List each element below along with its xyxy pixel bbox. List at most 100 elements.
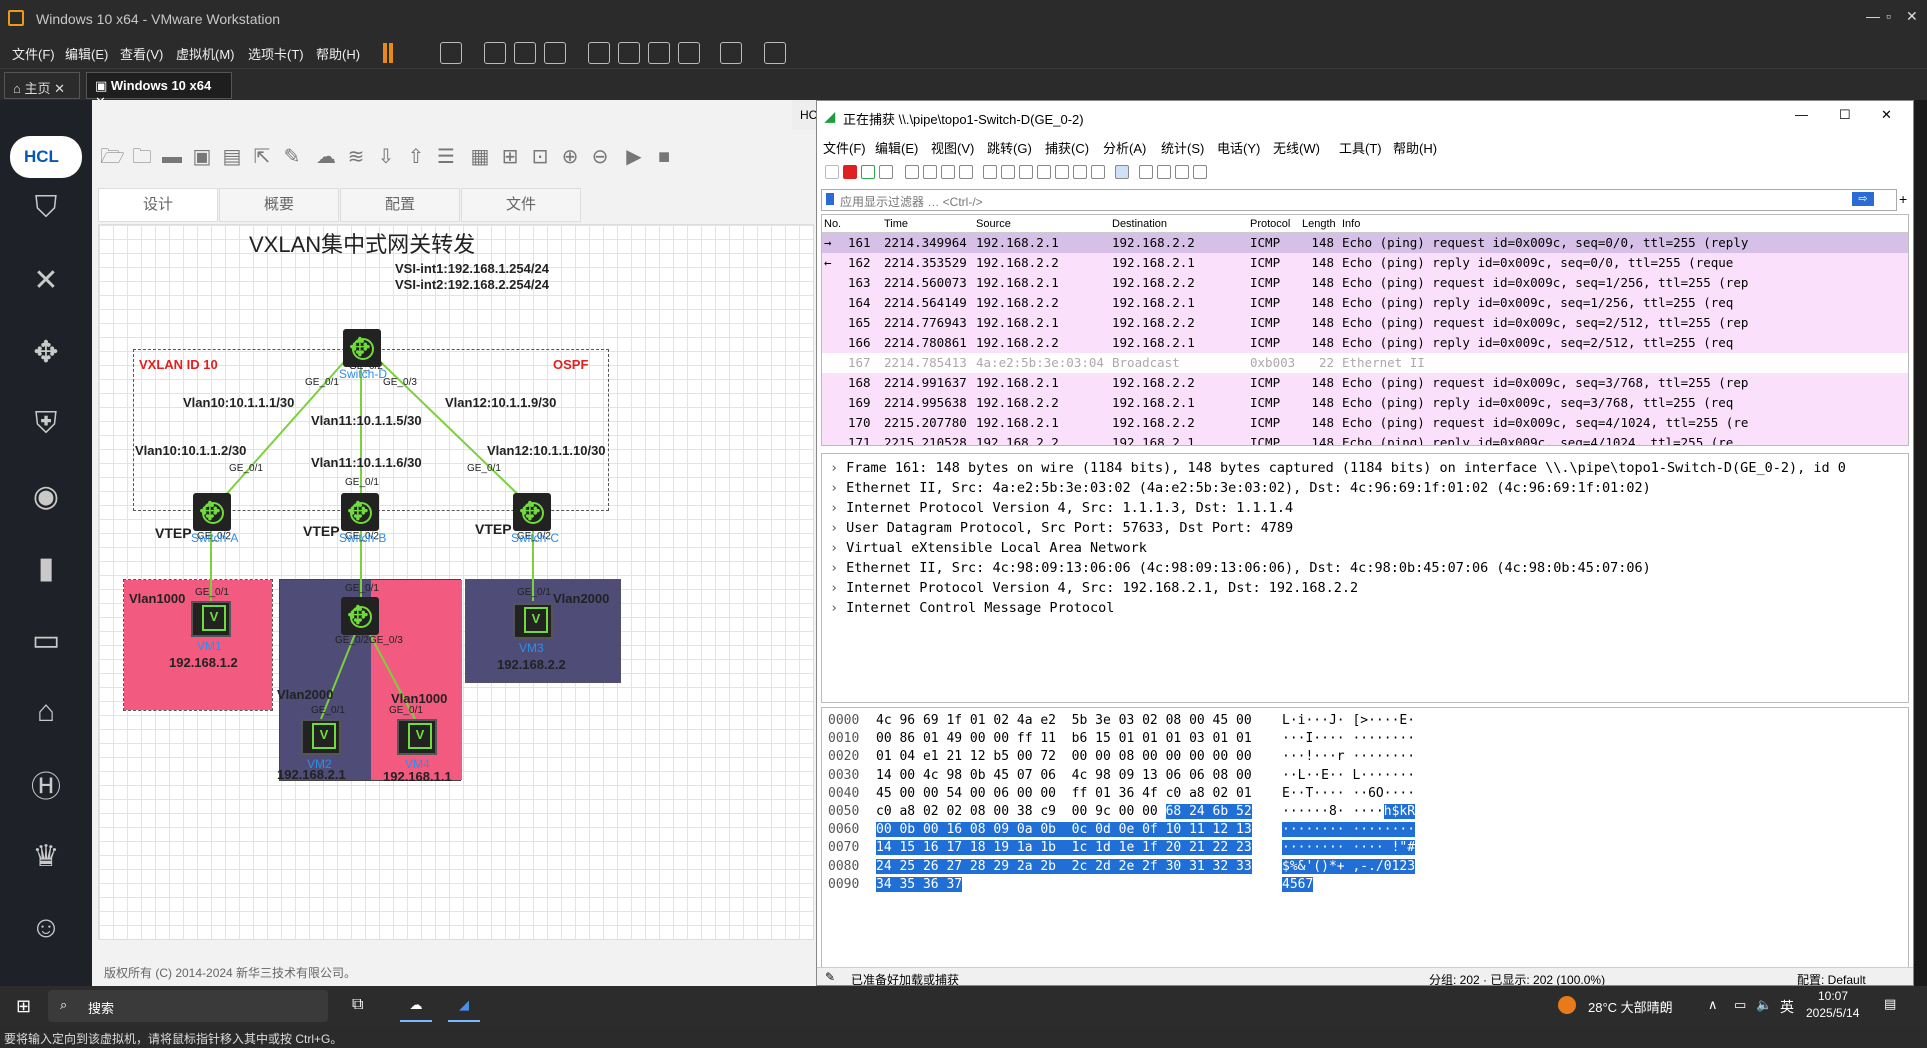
tab-config[interactable]: 配置 bbox=[340, 188, 460, 222]
chevron-right-icon[interactable]: › bbox=[830, 600, 838, 616]
notification-icon[interactable]: ▤ bbox=[1884, 996, 1896, 1012]
packet-list[interactable]: No. Time Source Destination Protocol Len… bbox=[821, 214, 1909, 446]
screenshot-icon[interactable]: ▦ bbox=[468, 146, 492, 168]
thumbnail-icon[interactable] bbox=[618, 42, 640, 64]
ws-menu-statistics[interactable]: 统计(S) bbox=[1161, 138, 1204, 157]
normal-size-icon[interactable] bbox=[1175, 165, 1189, 179]
full-screen-icon[interactable] bbox=[648, 42, 670, 64]
bookmark-icon[interactable] bbox=[826, 193, 834, 205]
ws-menu-tools[interactable]: 工具(T) bbox=[1339, 138, 1382, 157]
wireless-icon[interactable]: ◉ bbox=[26, 476, 66, 516]
byte-row[interactable]: 0040 45 00 00 54 00 06 00 00 ff 01 36 4f … bbox=[822, 785, 1908, 803]
col-no[interactable]: No. bbox=[824, 218, 841, 230]
packet-row[interactable]: 163 2214.560073 192.168.2.1 192.168.2.2 ICMP… bbox=[822, 273, 1908, 293]
switch-icon[interactable]: ✥ bbox=[26, 332, 66, 372]
forward-icon[interactable] bbox=[1019, 165, 1033, 179]
byte-row[interactable]: 0090 34 35 36 37 4567 bbox=[822, 876, 1908, 894]
new-folder-icon[interactable]: 🗁 bbox=[100, 146, 125, 168]
taskbar-search-box[interactable]: ⌕ 搜索 bbox=[48, 990, 328, 1022]
revert-snapshot-icon[interactable] bbox=[514, 42, 536, 64]
vm2-icon[interactable] bbox=[301, 719, 341, 755]
menu-file[interactable]: 文件(F) bbox=[12, 44, 55, 63]
firewall-icon[interactable]: ⛨ bbox=[26, 404, 66, 444]
volume-icon[interactable]: 🔈 bbox=[1756, 997, 1772, 1013]
menu-edit[interactable]: 编辑(E) bbox=[65, 44, 108, 63]
console-icon[interactable] bbox=[720, 42, 742, 64]
layers-icon[interactable]: ≋ bbox=[344, 146, 368, 168]
hcl-taskbar-icon[interactable]: ☁ bbox=[400, 990, 432, 1022]
apply-filter-icon[interactable]: ⇨ bbox=[1852, 192, 1874, 206]
tab-files[interactable]: 文件 bbox=[461, 188, 581, 222]
tab-design[interactable]: 设计 bbox=[98, 188, 218, 222]
switch-d-icon[interactable] bbox=[343, 329, 381, 367]
byte-row[interactable]: 0010 00 86 01 49 00 00 ff 11 b6 15 01 01 … bbox=[822, 730, 1908, 748]
maximize-button[interactable]: ▫ bbox=[1886, 8, 1891, 24]
packet-bytes[interactable]: 0000 4c 96 69 1f 01 02 4a e2 5b 3e 03 02 … bbox=[821, 707, 1909, 973]
home-icon[interactable]: ⌂ bbox=[26, 692, 66, 732]
packet-row[interactable]: 170 2215.207780 192.168.2.1 192.168.2.2 ICMP… bbox=[822, 413, 1908, 433]
detail-row[interactable]: › User Datagram Protocol, Src Port: 57633… bbox=[830, 518, 1293, 538]
ws-menu-analyze[interactable]: 分析(A) bbox=[1103, 138, 1146, 157]
packet-row[interactable]: 169 2214.995638 192.168.2.2 192.168.2.1 ICMP… bbox=[822, 393, 1908, 413]
grid-icon[interactable]: ⊞ bbox=[498, 146, 522, 168]
ws-maximize-button[interactable]: ☐ bbox=[1839, 107, 1851, 123]
edit-icon[interactable]: ✎ bbox=[280, 146, 304, 168]
back-icon[interactable] bbox=[1001, 165, 1015, 179]
detail-row[interactable]: › Internet Control Message Protocol bbox=[830, 598, 1114, 618]
goto-icon[interactable] bbox=[1037, 165, 1051, 179]
ws-menu-edit[interactable]: 编辑(E) bbox=[875, 138, 918, 157]
pause-icon[interactable] bbox=[383, 43, 393, 63]
byte-row[interactable]: 0030 14 00 4c 98 0b 45 07 06 4c 98 09 13 … bbox=[822, 767, 1908, 785]
packet-row[interactable]: 168 2214.991637 192.168.2.1 192.168.2.2 ICMP… bbox=[822, 373, 1908, 393]
snapshot-manager-icon[interactable] bbox=[544, 42, 566, 64]
send-ctrl-alt-del-icon[interactable] bbox=[440, 42, 462, 64]
zoom-in-icon[interactable] bbox=[1139, 165, 1153, 179]
ws-menu-file[interactable]: 文件(F) bbox=[823, 138, 866, 157]
clock-date[interactable]: 2025/5/14 bbox=[1806, 1006, 1859, 1020]
server-icon[interactable]: ▮ bbox=[26, 548, 66, 588]
chevron-right-icon[interactable]: › bbox=[830, 540, 838, 556]
h-icon[interactable]: Ⓗ bbox=[26, 764, 66, 804]
display-filter-input[interactable]: 应用显示过滤器 … <Ctrl-/> ⇨ bbox=[821, 189, 1897, 211]
col-length[interactable]: Length bbox=[1302, 218, 1336, 230]
weather-text[interactable]: 28°C 大部晴朗 bbox=[1588, 997, 1673, 1016]
col-source[interactable]: Source bbox=[976, 218, 1011, 230]
packet-row[interactable]: 165 2214.776943 192.168.2.1 192.168.2.2 ICMP… bbox=[822, 313, 1908, 333]
open-file-icon[interactable] bbox=[905, 165, 919, 179]
windows-start-icon[interactable]: ⊞ bbox=[16, 996, 31, 1017]
chevron-right-icon[interactable]: › bbox=[830, 580, 838, 596]
detail-row[interactable]: › Ethernet II, Src: 4a:e2:5b:3e:03:02 (4a… bbox=[830, 478, 1651, 498]
start-capture-icon[interactable] bbox=[825, 165, 839, 179]
download-icon[interactable]: ⇩ bbox=[374, 146, 398, 168]
capture-options-icon[interactable] bbox=[879, 165, 893, 179]
clock-time[interactable]: 10:07 bbox=[1818, 989, 1848, 1003]
detail-row[interactable]: › Internet Protocol Version 4, Src: 192.1… bbox=[830, 578, 1358, 598]
ws-close-button[interactable]: ✕ bbox=[1881, 107, 1892, 123]
autoscroll-icon[interactable] bbox=[1091, 165, 1105, 179]
chevron-right-icon[interactable]: › bbox=[830, 560, 838, 576]
byte-row[interactable]: 0080 24 25 26 27 28 29 2a 2b 2c 2d 2e 2f … bbox=[822, 858, 1908, 876]
packet-row[interactable]: → 161 2214.349964 192.168.2.1 192.168.2.2 ICM… bbox=[822, 233, 1908, 253]
chevron-up-icon[interactable]: ∧ bbox=[1708, 997, 1718, 1013]
find-icon[interactable] bbox=[983, 165, 997, 179]
library-icon[interactable] bbox=[588, 42, 610, 64]
zoom-in-icon[interactable]: ⊕ bbox=[558, 146, 582, 168]
chevron-right-icon[interactable]: › bbox=[830, 500, 838, 516]
byte-row[interactable]: 0050 c0 a8 02 02 08 00 38 c9 00 9c 00 00 … bbox=[822, 803, 1908, 821]
menu-tabs[interactable]: 选项卡(T) bbox=[248, 44, 304, 63]
restart-capture-icon[interactable] bbox=[861, 165, 875, 179]
ws-menu-telephony[interactable]: 电话(Y) bbox=[1217, 138, 1260, 157]
menu-help[interactable]: 帮助(H) bbox=[316, 44, 360, 63]
ws-menu-go[interactable]: 跳转(G) bbox=[987, 138, 1032, 157]
ws-menu-wireless[interactable]: 无线(W) bbox=[1273, 138, 1320, 157]
vm4-icon[interactable] bbox=[397, 719, 437, 755]
chevron-right-icon[interactable]: › bbox=[830, 460, 838, 476]
access-switch-icon[interactable] bbox=[341, 597, 379, 635]
packet-row[interactable]: 167 2214.785413 4a:e2:5b:3e:03:04 Broadcast… bbox=[822, 353, 1908, 373]
save-icon[interactable]: ▣ bbox=[190, 146, 214, 168]
wireshark-taskbar-icon[interactable]: ◢ bbox=[448, 990, 480, 1022]
export-icon[interactable]: ⇱ bbox=[250, 146, 274, 168]
expert-info-icon[interactable]: ✎ bbox=[825, 970, 835, 984]
last-packet-icon[interactable] bbox=[1073, 165, 1087, 179]
detail-row[interactable]: › Frame 161: 148 bytes on wire (1184 bits… bbox=[830, 458, 1846, 478]
